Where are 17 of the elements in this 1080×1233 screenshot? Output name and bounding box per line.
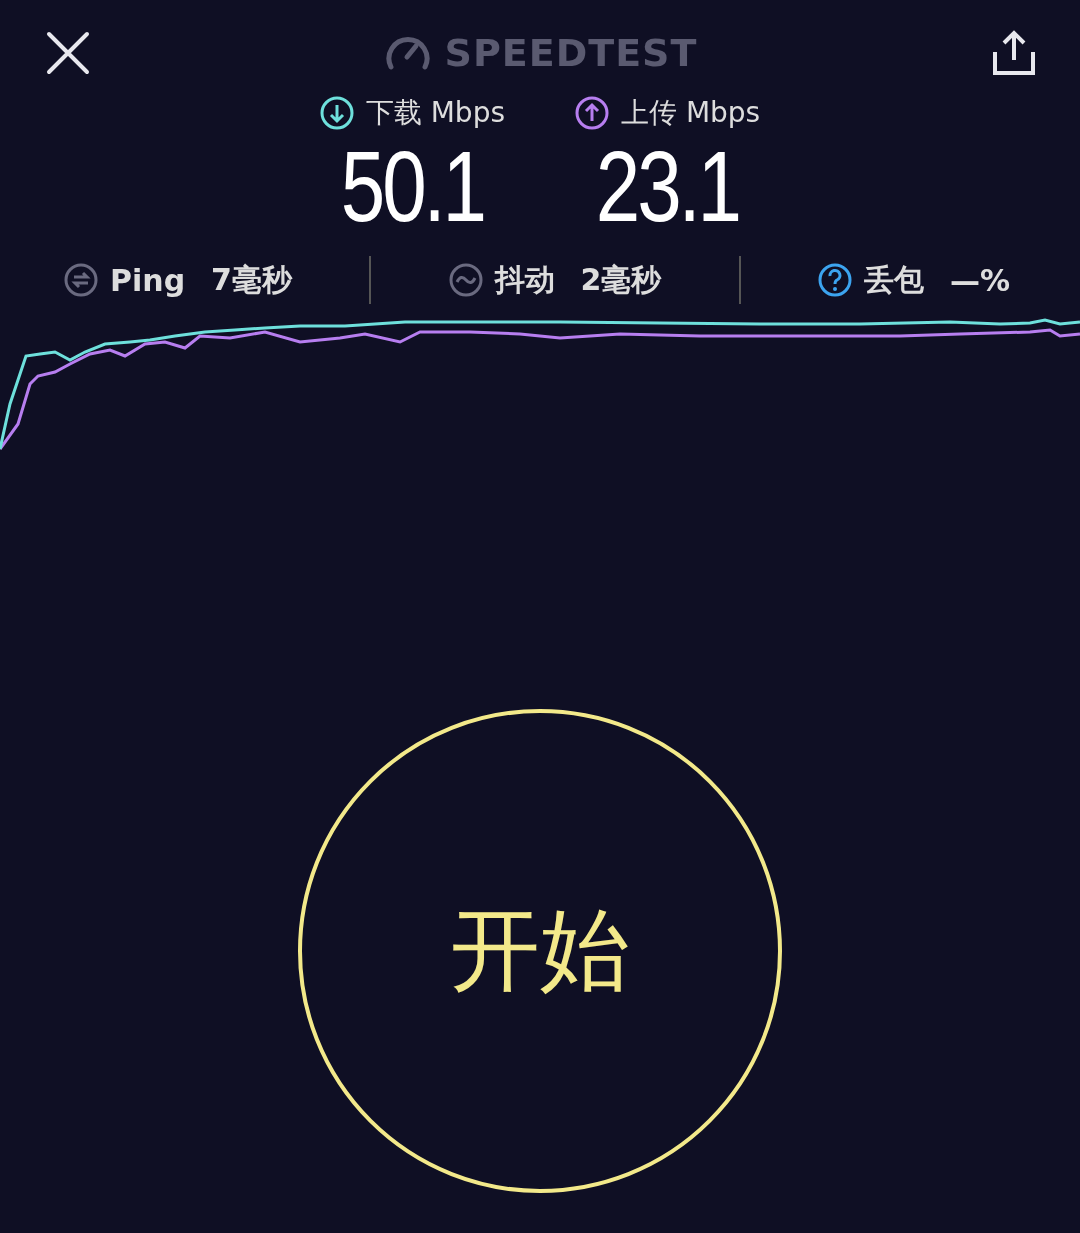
stat-value: 2毫秒 <box>580 260 662 299</box>
stat-label: 丢包 <box>863 260 924 299</box>
metric-value: 23.1 <box>596 136 740 236</box>
wave-icon <box>448 263 483 297</box>
metric-label: 下载 Mbps <box>365 95 505 131</box>
app-title: SPEEDTEST <box>444 31 698 75</box>
close-icon[interactable] <box>46 31 90 75</box>
stat-label: Ping <box>110 262 186 298</box>
ping-icon <box>64 263 98 297</box>
stat-value: 7毫秒 <box>211 260 292 299</box>
help-icon[interactable] <box>817 263 852 297</box>
stat-label: 抖动 <box>494 260 555 299</box>
metric-value: 50.1 <box>340 136 484 236</box>
stat-value: —% <box>949 262 1010 298</box>
share-icon[interactable] <box>992 30 1036 76</box>
start-button[interactable]: 开始 <box>298 709 782 1193</box>
metric-label: 上传 Mbps <box>621 95 761 131</box>
